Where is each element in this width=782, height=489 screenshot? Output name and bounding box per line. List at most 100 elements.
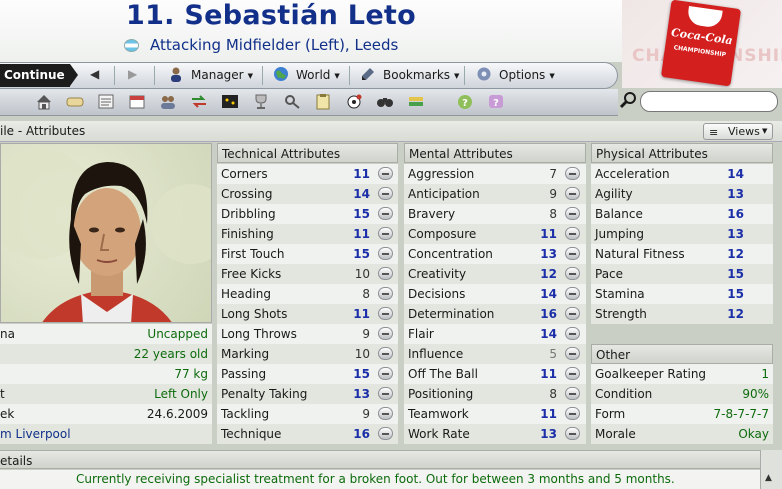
attribute-row: Tackling 9 bbox=[217, 404, 398, 424]
options-icon[interactable] bbox=[476, 66, 492, 82]
trophy-icon[interactable] bbox=[252, 93, 270, 110]
tactics-icon[interactable] bbox=[221, 93, 239, 110]
attribute-name: Form bbox=[595, 407, 626, 421]
attribute-value: 9 bbox=[549, 187, 557, 201]
attribute-value: 14 bbox=[727, 167, 744, 181]
attribute-toggle-button[interactable] bbox=[565, 247, 580, 260]
attribute-toggle-button[interactable] bbox=[565, 387, 580, 400]
info-row[interactable]: m Liverpool bbox=[0, 424, 212, 444]
attribute-name: Goalkeeper Rating bbox=[595, 367, 707, 381]
views-button[interactable]: ≡ Views ▼ bbox=[703, 123, 773, 140]
back-arrow-icon[interactable]: ◀ bbox=[90, 67, 99, 81]
competition-badge-icon: Coca-Cola CHAMPIONSHIP bbox=[660, 0, 742, 87]
player-portrait-image bbox=[1, 149, 211, 322]
attribute-name: Concentration bbox=[408, 247, 493, 261]
attribute-name: Determination bbox=[408, 307, 495, 321]
loan-club-link[interactable]: m Liverpool bbox=[0, 427, 71, 441]
nation-flag-icon[interactable] bbox=[124, 39, 139, 52]
scrollbar[interactable] bbox=[760, 450, 782, 489]
attribute-row: Balance 16 bbox=[591, 204, 773, 224]
clipboard-icon[interactable] bbox=[314, 93, 332, 110]
attribute-row: Composure 11 bbox=[404, 224, 586, 244]
attribute-value: 11 bbox=[540, 367, 557, 381]
attribute-toggle-button[interactable] bbox=[378, 227, 393, 240]
attribute-row: Work Rate 13 bbox=[404, 424, 586, 444]
attribute-row: Influence 5 bbox=[404, 344, 586, 364]
attribute-value: 8 bbox=[362, 287, 370, 301]
attribute-name: Jumping bbox=[595, 227, 645, 241]
attribute-value: 14 bbox=[353, 187, 370, 201]
attribute-toggle-button[interactable] bbox=[378, 287, 393, 300]
attribute-toggle-button[interactable] bbox=[565, 207, 580, 220]
attribute-value: 11 bbox=[353, 307, 370, 321]
attribute-toggle-button[interactable] bbox=[378, 367, 393, 380]
manager-icon[interactable] bbox=[168, 66, 184, 82]
attribute-toggle-button[interactable] bbox=[378, 187, 393, 200]
world-menu[interactable]: World ▼ bbox=[296, 68, 340, 82]
attribute-row: Flair 14 bbox=[404, 324, 586, 344]
attribute-name: Free Kicks bbox=[221, 267, 282, 281]
attribute-name: Balance bbox=[595, 207, 643, 221]
attribute-toggle-button[interactable] bbox=[565, 187, 580, 200]
attribute-value: 13 bbox=[353, 387, 370, 401]
attribute-value: 14 bbox=[540, 287, 557, 301]
attribute-value: 15 bbox=[353, 367, 370, 381]
attribute-toggle-button[interactable] bbox=[378, 407, 393, 420]
mental-attributes-panel: Mental Attributes Aggression 7 Anticipatio… bbox=[404, 143, 586, 444]
attribute-value: 15 bbox=[727, 287, 744, 301]
attribute-toggle-button[interactable] bbox=[565, 227, 580, 240]
attribute-value: 15 bbox=[727, 267, 744, 281]
attribute-toggle-button[interactable] bbox=[378, 167, 393, 180]
attribute-toggle-button[interactable] bbox=[565, 307, 580, 320]
forward-arrow-icon[interactable]: ▶ bbox=[128, 67, 137, 81]
info-row: t Left Only bbox=[0, 384, 212, 404]
squad-icon[interactable] bbox=[159, 93, 177, 110]
info-row: ek 24.6.2009 bbox=[0, 404, 212, 424]
calendar-icon[interactable] bbox=[128, 93, 146, 110]
attribute-toggle-button[interactable] bbox=[378, 327, 393, 340]
search-input[interactable] bbox=[640, 91, 778, 112]
globe-icon[interactable] bbox=[273, 66, 289, 82]
scouting-icon[interactable] bbox=[283, 93, 301, 110]
binoculars-icon[interactable] bbox=[376, 93, 394, 110]
bookmarks-menu[interactable]: Bookmarks ▼ bbox=[383, 68, 459, 82]
match-icon[interactable] bbox=[345, 93, 363, 110]
attribute-value: 12 bbox=[727, 247, 744, 261]
info-value: 77 kg bbox=[174, 367, 208, 381]
attribute-toggle-button[interactable] bbox=[378, 307, 393, 320]
attribute-toggle-button[interactable] bbox=[565, 327, 580, 340]
attribute-toggle-button[interactable] bbox=[565, 367, 580, 380]
attribute-toggle-button[interactable] bbox=[565, 167, 580, 180]
news-icon[interactable] bbox=[97, 93, 115, 110]
attribute-toggle-button[interactable] bbox=[565, 347, 580, 360]
attribute-value: 15 bbox=[353, 247, 370, 261]
attribute-toggle-button[interactable] bbox=[378, 267, 393, 280]
options-menu[interactable]: Options ▼ bbox=[499, 68, 555, 82]
attribute-row: Teamwork 11 bbox=[404, 404, 586, 424]
attribute-name: Passing bbox=[221, 367, 267, 381]
continue-button[interactable]: Continue bbox=[0, 64, 78, 87]
player-position-club[interactable]: Attacking Midfielder (Left), Leeds bbox=[150, 36, 398, 54]
attribute-name: Tackling bbox=[221, 407, 270, 421]
attribute-toggle-button[interactable] bbox=[378, 347, 393, 360]
attribute-toggle-button[interactable] bbox=[378, 247, 393, 260]
attribute-toggle-button[interactable] bbox=[378, 207, 393, 220]
transfer-icon[interactable] bbox=[190, 93, 208, 110]
home-icon[interactable] bbox=[35, 93, 53, 110]
chevron-down-icon: ▼ bbox=[334, 71, 340, 80]
attribute-name: Off The Ball bbox=[408, 367, 478, 381]
attribute-toggle-button[interactable] bbox=[378, 387, 393, 400]
finance-icon[interactable] bbox=[407, 93, 425, 110]
hint-icon[interactable]: ? bbox=[487, 93, 505, 110]
attribute-toggle-button[interactable] bbox=[378, 427, 393, 440]
bookmark-icon[interactable] bbox=[360, 66, 376, 82]
search-icon[interactable] bbox=[618, 89, 640, 111]
attribute-toggle-button[interactable] bbox=[565, 267, 580, 280]
scroll-up-icon[interactable]: ▲ bbox=[765, 473, 772, 483]
manager-menu[interactable]: Manager ▼ bbox=[191, 68, 253, 82]
inbox-icon[interactable] bbox=[66, 93, 84, 110]
attribute-toggle-button[interactable] bbox=[565, 287, 580, 300]
attribute-toggle-button[interactable] bbox=[565, 427, 580, 440]
help-icon[interactable]: ? bbox=[456, 93, 474, 110]
attribute-toggle-button[interactable] bbox=[565, 407, 580, 420]
